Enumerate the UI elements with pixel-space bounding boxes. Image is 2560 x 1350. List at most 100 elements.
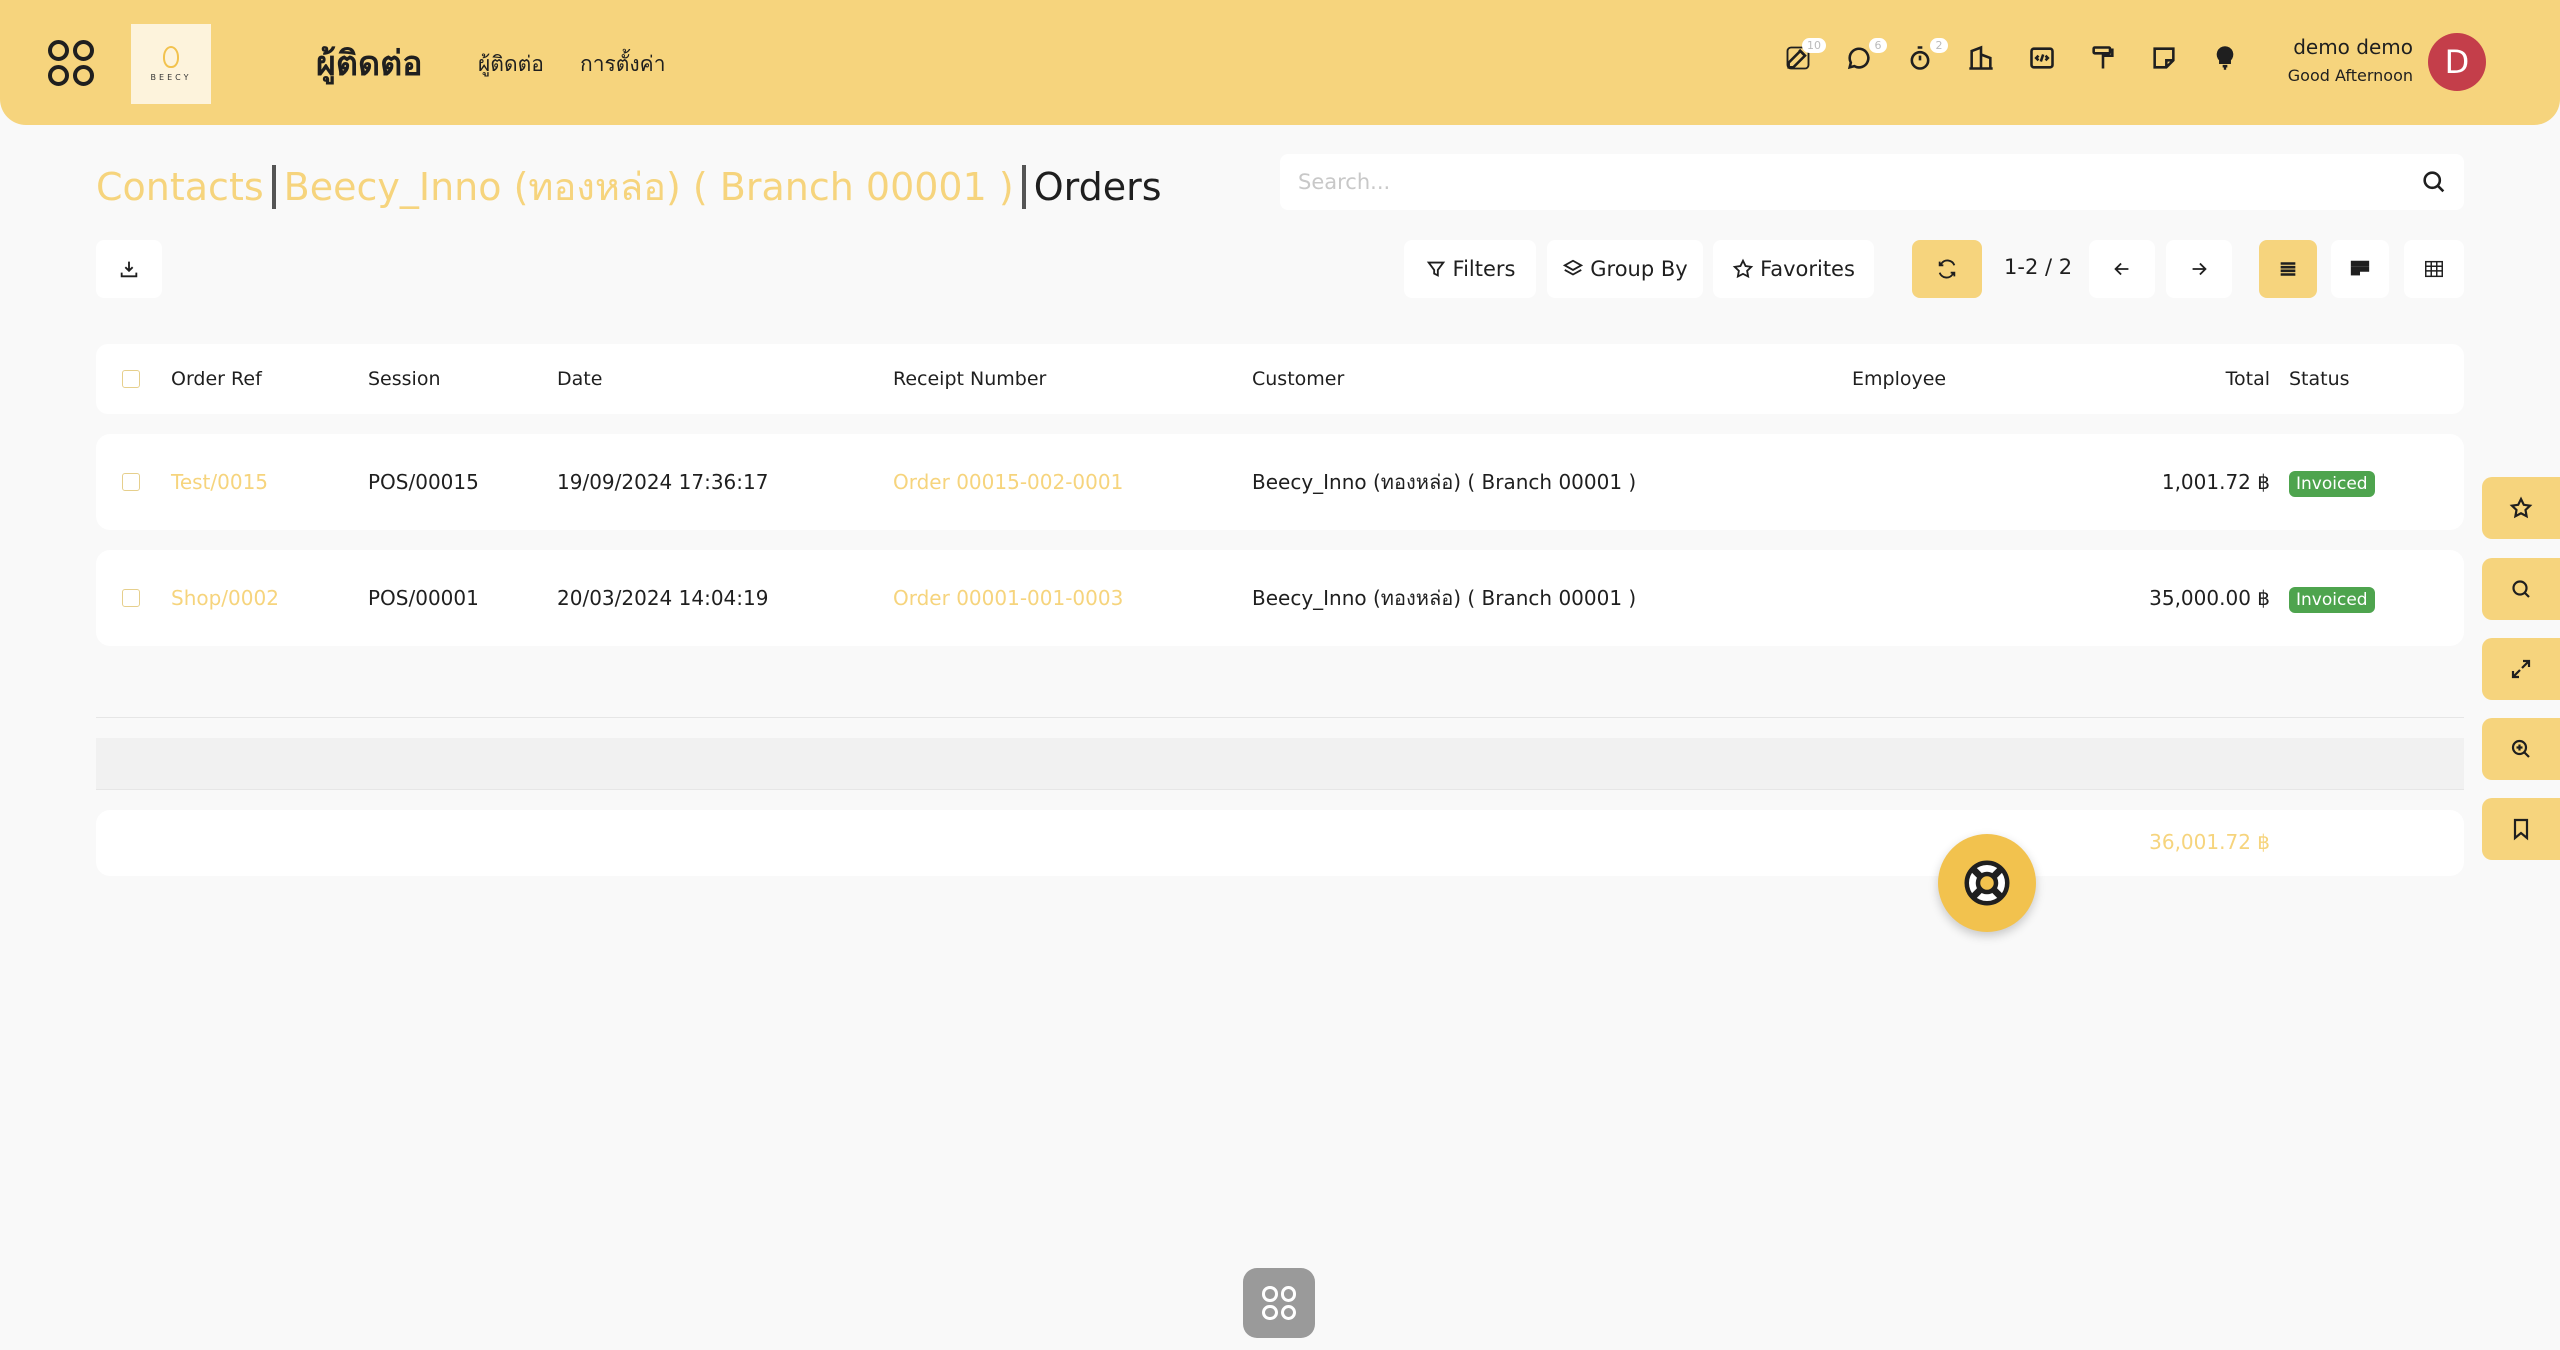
company-logo[interactable]: BEECY — [131, 24, 211, 104]
pager-value[interactable]: 1-2 / 2 — [2004, 255, 2072, 279]
receipt-number[interactable]: Order 00001-001-0003 — [893, 586, 1123, 610]
message-badge: 6 — [1869, 38, 1887, 53]
search-input[interactable] — [1280, 154, 2464, 210]
systray: 10 6 2 — [1782, 38, 2241, 74]
refresh-button[interactable] — [1912, 240, 1982, 298]
avatar[interactable]: D — [2428, 33, 2486, 91]
customer: Beecy_Inno (ทองหล่อ) ( Branch 00001 ) — [1252, 470, 1637, 494]
order-date: 19/09/2024 17:36:17 — [557, 470, 769, 494]
order-ref[interactable]: Test/0015 — [171, 470, 268, 494]
header-order-ref[interactable]: Order Ref — [171, 368, 262, 390]
kanban-icon — [2350, 260, 2370, 276]
top-navbar: BEECY ผู้ติดต่อ ผู้ติดต่อ การตั้งค่า 10 … — [0, 0, 2560, 125]
session: POS/00015 — [368, 470, 479, 494]
arrow-right-icon — [2192, 262, 2207, 276]
filter-icon — [1426, 261, 1445, 277]
select-all-checkbox[interactable] — [122, 370, 140, 388]
layers-icon — [1563, 259, 1584, 276]
header-date[interactable]: Date — [557, 368, 602, 390]
search-side-button[interactable] — [2482, 558, 2560, 620]
session: POS/00001 — [368, 586, 479, 610]
bookmark-side-button[interactable] — [2482, 798, 2560, 860]
pivot-view-button[interactable] — [2404, 240, 2464, 298]
status-badge: Invoiced — [2289, 471, 2375, 497]
table-row[interactable]: Shop/0002 POS/00001 20/03/2024 14:04:19 … — [96, 550, 2464, 646]
pager-previous-button[interactable] — [2089, 240, 2155, 298]
empty-row — [96, 738, 2464, 790]
home-menu-button[interactable] — [1243, 1268, 1315, 1338]
table-header: Order Ref Session Date Receipt Number Cu… — [96, 344, 2464, 414]
row-checkbox[interactable] — [122, 473, 140, 491]
stopwatch-icon[interactable]: 2 — [1904, 38, 1948, 74]
filters-button[interactable]: Filters — [1404, 240, 1536, 298]
order-date: 20/03/2024 14:04:19 — [557, 586, 769, 610]
breadcrumb-separator — [271, 164, 276, 209]
search-icon[interactable] — [2420, 168, 2448, 196]
page-title: Orders — [1033, 164, 1162, 209]
timer-badge: 2 — [1930, 38, 1948, 53]
bee-logo-mark — [163, 46, 179, 68]
paint-roller-icon[interactable] — [2087, 42, 2119, 74]
app-menu-icon[interactable] — [48, 40, 94, 86]
header-status[interactable]: Status — [2289, 368, 2350, 390]
header-employee[interactable]: Employee — [1852, 368, 1946, 390]
star-icon — [2509, 496, 2533, 519]
group-by-button[interactable]: Group By — [1547, 240, 1703, 298]
code-icon[interactable] — [2026, 42, 2058, 74]
app-title[interactable]: ผู้ติดต่อ — [316, 36, 423, 90]
search-bar — [1280, 154, 2464, 210]
logo-text: BEECY — [150, 73, 192, 82]
edit-icon[interactable]: 10 — [1782, 38, 1826, 74]
favorites-button[interactable]: Favorites — [1713, 240, 1874, 298]
favorites-label: Favorites — [1760, 257, 1855, 281]
table-row[interactable]: Test/0015 POS/00015 19/09/2024 17:36:17 … — [96, 434, 2464, 530]
order-total: 35,000.00 ฿ — [2149, 586, 2270, 610]
kanban-view-button[interactable] — [2331, 240, 2389, 298]
user-name[interactable]: demo demo — [2293, 35, 2413, 59]
export-button[interactable] — [96, 240, 162, 298]
receipt-number[interactable]: Order 00015-002-0001 — [893, 470, 1123, 494]
row-checkbox[interactable] — [122, 589, 140, 607]
group-by-label: Group By — [1590, 257, 1688, 281]
breadcrumb-contacts[interactable]: Contacts — [96, 165, 264, 209]
menu-item-settings[interactable]: การตั้งค่า — [580, 48, 666, 81]
chat-icon[interactable]: 6 — [1843, 38, 1887, 74]
list-view-button[interactable] — [2259, 240, 2317, 298]
sticky-note-icon[interactable] — [2148, 42, 2180, 74]
order-ref[interactable]: Shop/0002 — [171, 586, 279, 610]
lightbulb-icon[interactable] — [2209, 42, 2241, 74]
zoom-side-button[interactable] — [2482, 718, 2560, 780]
bookmark-icon — [2513, 818, 2529, 841]
customer: Beecy_Inno (ทองหล่อ) ( Branch 00001 ) — [1252, 586, 1637, 610]
breadcrumb-contact[interactable]: Beecy_Inno (ทองหล่อ) ( Branch 00001 ) — [284, 156, 1014, 217]
help-button[interactable] — [1938, 834, 2036, 932]
user-greeting: Good Afternoon — [2287, 66, 2413, 85]
arrow-left-icon — [2114, 262, 2129, 276]
expand-icon — [2511, 659, 2531, 679]
table-divider — [96, 717, 2464, 718]
apps-grid-icon — [1262, 1286, 1296, 1320]
zoom-in-icon — [2511, 739, 2530, 758]
star-icon — [1732, 258, 1754, 279]
pager-next-button[interactable] — [2166, 240, 2232, 298]
search-icon — [2512, 580, 2530, 598]
refresh-icon — [1938, 259, 1956, 279]
header-session[interactable]: Session — [368, 368, 441, 390]
filters-label: Filters — [1452, 257, 1516, 281]
lifebuoy-icon — [1964, 860, 2010, 906]
fullscreen-side-button[interactable] — [2482, 638, 2560, 700]
menu-item-contacts[interactable]: ผู้ติดต่อ — [478, 48, 544, 81]
status-badge: Invoiced — [2289, 587, 2375, 613]
header-customer[interactable]: Customer — [1252, 368, 1344, 390]
header-total[interactable]: Total — [2226, 368, 2270, 390]
sum-total: 36,001.72 ฿ — [2149, 830, 2270, 854]
header-receipt-number[interactable]: Receipt Number — [893, 368, 1046, 390]
breadcrumb: Contacts Beecy_Inno (ทองหล่อ) ( Branch 0… — [96, 156, 1162, 217]
list-icon — [2280, 262, 2296, 276]
favorite-side-button[interactable] — [2482, 477, 2560, 539]
table-icon — [2425, 260, 2443, 278]
breadcrumb-separator — [1021, 164, 1026, 209]
company-icon[interactable] — [1965, 42, 1997, 74]
activity-badge: 10 — [1802, 38, 1826, 53]
order-total: 1,001.72 ฿ — [2161, 470, 2270, 494]
